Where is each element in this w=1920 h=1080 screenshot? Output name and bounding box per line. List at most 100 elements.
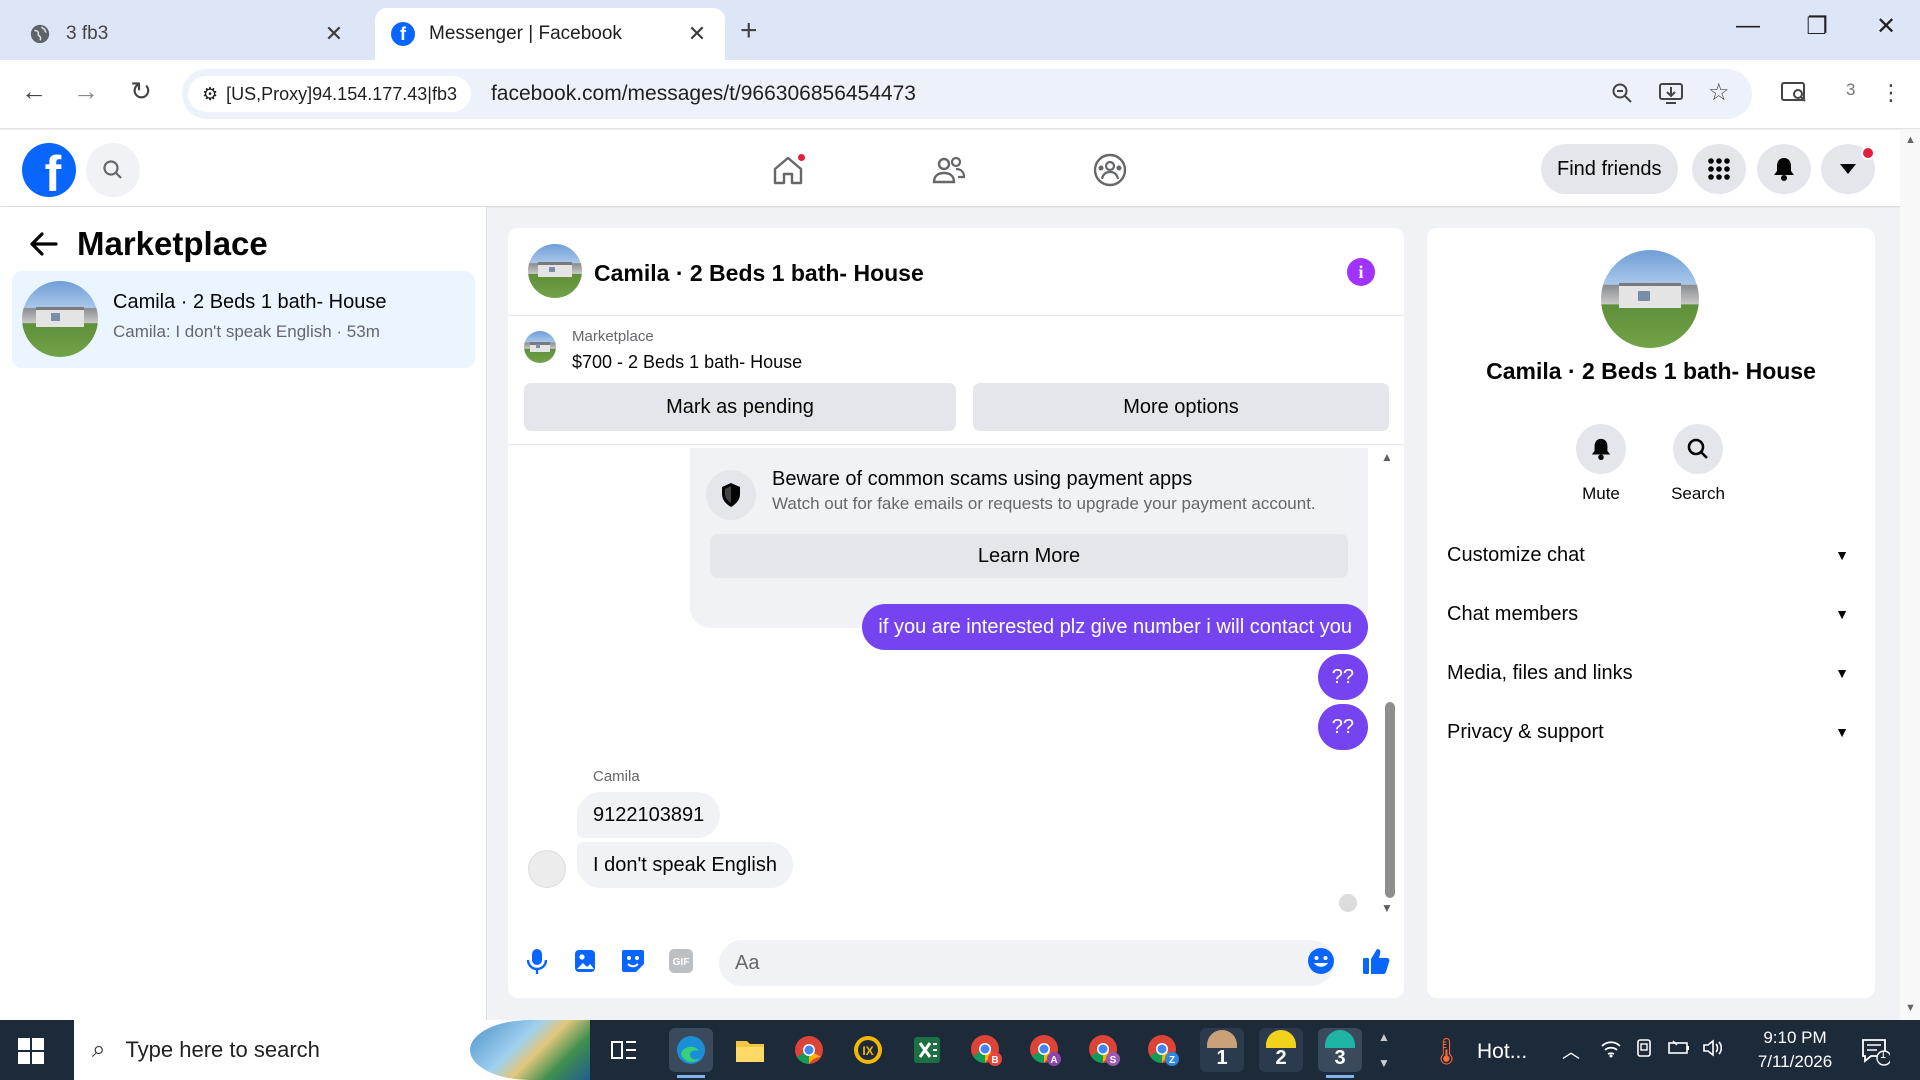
sender-avatar[interactable]	[528, 850, 566, 888]
message-bubble-outgoing[interactable]: ??	[1317, 704, 1368, 750]
thermometer-icon: 🌡	[1430, 1036, 1464, 1066]
close-window-button[interactable]: ✕	[1866, 12, 1906, 41]
device-icon[interactable]	[1634, 1038, 1654, 1063]
app-avatar-icon	[1325, 1030, 1355, 1048]
message-bubble-outgoing[interactable]: if you are interested plz give number i …	[862, 604, 1368, 650]
notification-center-icon[interactable]: 1	[1860, 1036, 1892, 1072]
panel-title: Marketplace	[77, 225, 268, 262]
message-input[interactable]	[719, 940, 1334, 986]
microphone-icon[interactable]	[522, 946, 552, 976]
page-scrollbar[interactable]: ▲ ▼	[1900, 130, 1920, 1020]
home-nav-button[interactable]	[764, 146, 812, 194]
gif-icon[interactable]: GIF	[666, 946, 696, 976]
scroll-up-arrow-icon[interactable]: ▲	[1905, 134, 1916, 146]
chrome-profile-b-icon[interactable]: B	[964, 1028, 1008, 1072]
notification-dot	[796, 152, 807, 163]
bookmark-star-icon[interactable]: ☆	[1708, 78, 1730, 107]
conversation-preview: Camila: I don't speak English · 53m	[113, 322, 380, 341]
sticker-icon[interactable]	[618, 946, 648, 976]
scroll-down-arrow-icon[interactable]: ▼	[1381, 901, 1393, 915]
chrome-profile-a-icon[interactable]: A	[1023, 1028, 1067, 1072]
site-info-chip[interactable]: ⚙ [US,Proxy]94.154.177.43|fb3	[188, 76, 471, 112]
chrome-profile-s-icon[interactable]: S	[1082, 1028, 1126, 1072]
task-view-icon[interactable]	[602, 1028, 646, 1072]
edge-browser-icon[interactable]	[669, 1028, 713, 1078]
weather-widget[interactable]: 🌡 Hot...	[1430, 1036, 1527, 1067]
profile-avatar[interactable]	[1601, 250, 1699, 348]
search-icon[interactable]	[1673, 424, 1723, 474]
address-bar[interactable]: ⚙ [US,Proxy]94.154.177.43|fb3 facebook.c…	[182, 69, 1752, 119]
close-tab-icon[interactable]: ✕	[685, 21, 709, 47]
thumbs-up-icon[interactable]	[1361, 946, 1391, 976]
conversation-item[interactable]: Camila · 2 Beds 1 bath- House Camila: I …	[12, 271, 475, 368]
chat-scrollbar-thumb[interactable]	[1385, 702, 1395, 898]
taskbar-search-box[interactable]: ⌕ Type here to search	[74, 1020, 590, 1080]
privacy-support-section[interactable]: Privacy & support ▼	[1447, 712, 1855, 752]
windows-start-icon[interactable]	[18, 1038, 44, 1064]
back-arrow-icon[interactable]	[28, 231, 58, 265]
reload-button[interactable]: ↻	[123, 76, 159, 107]
taskbar-overflow-arrows-icon[interactable]: ▲ ▼	[1378, 1024, 1390, 1076]
back-button[interactable]: ←	[16, 76, 52, 107]
friends-nav-button[interactable]	[924, 146, 972, 194]
chat-title[interactable]: Camila · 2 Beds 1 bath- House	[594, 260, 924, 287]
zoom-icon[interactable]	[1610, 81, 1634, 111]
chrome-profile-z-icon[interactable]: Z	[1141, 1028, 1185, 1072]
tab-messenger[interactable]: f Messenger | Facebook ✕	[375, 8, 725, 60]
system-clock[interactable]: 9:10 PM 7/11/2026	[1740, 1026, 1850, 1074]
info-icon[interactable]: i	[1347, 258, 1375, 286]
excel-icon[interactable]	[905, 1028, 949, 1072]
tab-fb3[interactable]: 3 fb3 ✕	[12, 8, 362, 60]
account-button[interactable]	[1821, 144, 1875, 194]
find-friends-button[interactable]: Find friends	[1541, 144, 1678, 194]
tab-search-icon[interactable]	[1780, 80, 1808, 110]
scroll-down-arrow-icon[interactable]: ▼	[1905, 1002, 1916, 1014]
chevron-down-icon: ▼	[1835, 547, 1849, 563]
volume-icon[interactable]	[1702, 1038, 1724, 1063]
mute-action[interactable]: Mute	[1556, 424, 1646, 504]
chrome-icon[interactable]	[787, 1028, 831, 1072]
chat-avatar[interactable]	[528, 244, 582, 298]
mark-pending-button[interactable]: Mark as pending	[524, 383, 956, 431]
tab-title: 3 fb3	[66, 23, 109, 44]
chat-members-section[interactable]: Chat members ▼	[1447, 594, 1855, 634]
photo-icon[interactable]	[570, 946, 600, 976]
search-icon: ⌕	[92, 1036, 106, 1063]
message-bubble-incoming[interactable]: 9122103891	[577, 792, 721, 838]
app-window-1-icon[interactable]: 1	[1200, 1028, 1244, 1072]
new-tab-button[interactable]: +	[740, 14, 758, 48]
search-action[interactable]: Search	[1653, 424, 1743, 504]
emoji-icon[interactable]	[1306, 946, 1336, 976]
message-bubble-outgoing[interactable]: ??	[1317, 654, 1368, 700]
menu-grid-button[interactable]	[1692, 144, 1746, 194]
close-tab-icon[interactable]: ✕	[322, 21, 346, 47]
groups-nav-button[interactable]	[1086, 146, 1134, 194]
listing-price-title[interactable]: $700 - 2 Beds 1 bath- House	[572, 352, 802, 373]
profile-count[interactable]: 3	[1846, 80, 1855, 100]
media-files-links-section[interactable]: Media, files and links ▼	[1447, 653, 1855, 693]
learn-more-button[interactable]: Learn More	[710, 534, 1348, 578]
message-bubble-incoming[interactable]: I don't speak English	[577, 842, 793, 888]
restore-button[interactable]: ❐	[1797, 12, 1837, 41]
chat-header: Camila · 2 Beds 1 bath- House i	[508, 228, 1404, 316]
app-window-2-icon[interactable]: 2	[1259, 1028, 1303, 1072]
details-title: Camila · 2 Beds 1 bath- House	[1486, 358, 1816, 384]
facebook-logo-icon[interactable]: f	[22, 143, 76, 197]
app-window-3-icon[interactable]: 3	[1318, 1028, 1362, 1078]
install-app-icon[interactable]	[1658, 81, 1684, 111]
minimize-button[interactable]: —	[1728, 12, 1768, 40]
battery-icon[interactable]	[1667, 1038, 1691, 1063]
file-explorer-icon[interactable]	[728, 1028, 772, 1072]
scroll-up-arrow-icon[interactable]: ▲	[1381, 450, 1393, 464]
wifi-icon[interactable]	[1600, 1038, 1622, 1063]
url-text[interactable]: facebook.com/messages/t/966306856454473	[491, 82, 916, 106]
more-options-button[interactable]: More options	[973, 383, 1389, 431]
customize-chat-section[interactable]: Customize chat ▼	[1447, 535, 1855, 575]
forward-button[interactable]: →	[68, 76, 104, 107]
bell-icon[interactable]	[1576, 424, 1626, 474]
menu-kebab-icon[interactable]: ⋮	[1880, 80, 1902, 106]
ixbrowser-icon[interactable]: IX	[846, 1028, 890, 1072]
fb-search-button[interactable]	[86, 143, 140, 197]
notifications-button[interactable]	[1757, 144, 1811, 194]
show-hidden-icons-chevron-icon[interactable]: ︿	[1562, 1038, 1580, 1064]
